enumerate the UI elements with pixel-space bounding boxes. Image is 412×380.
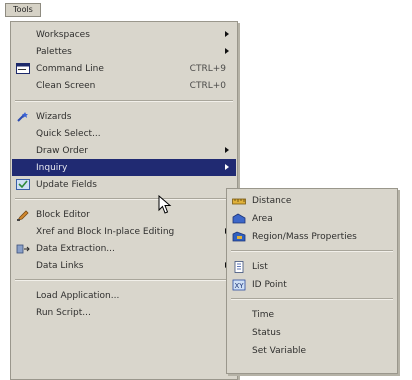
menu-item-data-extraction[interactable]: Data Extraction... <box>12 240 236 257</box>
menu-item-label: Region/Mass Properties <box>252 231 357 242</box>
menu-item-label: ID Point <box>252 279 287 290</box>
inquiry-submenu: Distance Area Region/Mass Properties Lis… <box>226 188 398 374</box>
distance-icon <box>232 195 246 207</box>
region-mass-icon <box>232 231 246 243</box>
menu-item-label: Block Editor <box>36 209 90 220</box>
menu-item-data-links[interactable]: Data Links <box>12 257 236 274</box>
menu-item-label: Xref and Block In-place Editing <box>36 226 175 237</box>
menu-item-label: Quick Select... <box>36 128 101 139</box>
submenu-arrow-icon <box>225 31 229 37</box>
menu-item-label: Set Variable <box>252 345 307 356</box>
menu-item-label: Command Line <box>36 63 104 74</box>
submenu-item-region-mass-properties[interactable]: Region/Mass Properties <box>228 228 396 245</box>
menu-item-label: Wizards <box>36 111 72 122</box>
svg-text:XY: XY <box>235 282 245 290</box>
submenu-item-list[interactable]: List <box>228 258 396 275</box>
submenu-item-time[interactable]: Time <box>228 306 396 323</box>
menu-item-wizards[interactable]: Wizards <box>12 108 236 125</box>
menu-item-label: Run Script... <box>36 307 91 318</box>
wizard-icon <box>16 111 30 123</box>
data-extraction-icon <box>16 243 30 255</box>
area-icon <box>232 213 246 225</box>
menu-item-label: Load Application... <box>36 290 120 301</box>
id-point-icon: XY <box>232 279 246 291</box>
tools-menu: Workspaces Palettes Command Line CTRL+9 … <box>10 21 238 380</box>
submenu-arrow-icon <box>225 48 229 54</box>
submenu-item-status[interactable]: Status <box>228 324 396 341</box>
menu-item-draw-order[interactable]: Draw Order <box>12 142 236 159</box>
menu-item-palettes[interactable]: Palettes <box>12 43 236 60</box>
submenu-item-distance[interactable]: Distance <box>228 192 396 209</box>
command-line-icon <box>16 63 30 75</box>
menu-item-load-application[interactable]: Load Application... <box>12 287 236 304</box>
menu-item-label: Time <box>252 309 275 320</box>
menu-separator <box>231 250 393 252</box>
menu-separator <box>15 279 233 281</box>
menu-item-xref-block-editing[interactable]: Xref and Block In-place Editing <box>12 223 236 240</box>
menu-separator <box>231 298 393 300</box>
shortcut-label: CTRL+9 <box>189 63 226 74</box>
menu-item-label: Palettes <box>36 46 72 57</box>
menu-separator <box>15 100 233 102</box>
submenu-item-id-point[interactable]: XY ID Point <box>228 276 396 293</box>
menu-item-label: Status <box>252 327 281 338</box>
menu-item-label: Area <box>252 213 273 224</box>
menu-item-label: Data Extraction... <box>36 243 115 254</box>
menu-item-label: List <box>252 261 268 272</box>
menu-item-command-line[interactable]: Command Line CTRL+9 <box>12 60 236 77</box>
list-icon <box>232 260 246 273</box>
menu-item-label: Inquiry <box>36 162 68 173</box>
shortcut-label: CTRL+0 <box>189 80 226 91</box>
submenu-item-area[interactable]: Area <box>228 210 396 227</box>
submenu-item-set-variable[interactable]: Set Variable <box>228 342 396 359</box>
menu-item-label: Workspaces <box>36 29 90 40</box>
menu-item-block-editor[interactable]: Block Editor <box>12 206 236 223</box>
menu-item-quick-select[interactable]: Quick Select... <box>12 125 236 142</box>
menu-item-label: Update Fields <box>36 179 97 190</box>
menu-item-label: Draw Order <box>36 145 88 156</box>
mouse-cursor-icon <box>158 195 172 214</box>
menu-item-run-script[interactable]: Run Script... <box>12 304 236 321</box>
menu-separator <box>15 198 233 200</box>
submenu-arrow-icon <box>225 164 229 170</box>
menu-item-update-fields[interactable]: Update Fields <box>12 176 236 193</box>
block-editor-icon <box>16 209 30 221</box>
menu-item-label: Clean Screen <box>36 80 96 91</box>
tools-menu-title[interactable]: Tools <box>5 3 41 17</box>
menu-item-clean-screen[interactable]: Clean Screen CTRL+0 <box>12 77 236 94</box>
menu-item-label: Data Links <box>36 260 84 271</box>
submenu-arrow-icon <box>225 147 229 153</box>
menu-bar: Tools <box>0 0 412 18</box>
menu-item-label: Distance <box>252 195 292 206</box>
update-fields-icon <box>16 179 30 191</box>
menu-item-inquiry[interactable]: Inquiry <box>12 159 236 176</box>
menu-item-workspaces[interactable]: Workspaces <box>12 26 236 43</box>
